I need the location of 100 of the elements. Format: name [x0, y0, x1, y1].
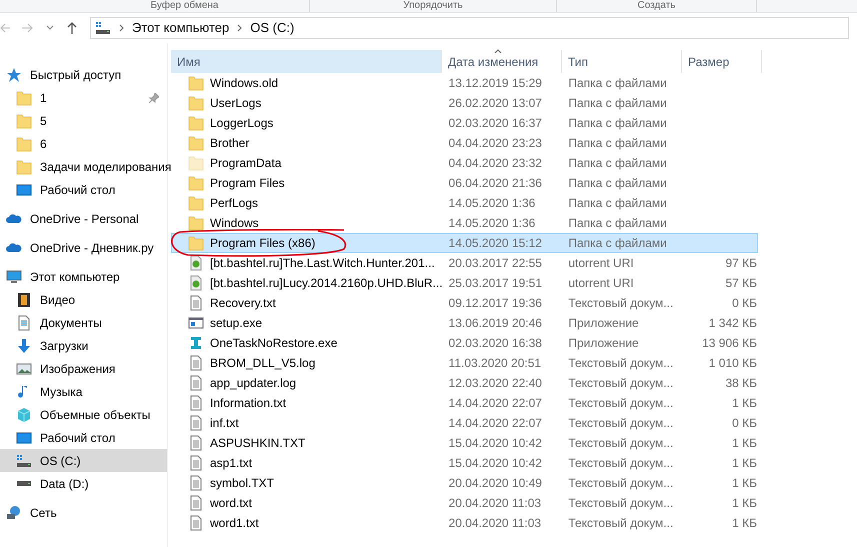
nav-item[interactable]: 5 [0, 109, 167, 132]
date-cell-text: 26.02.2020 13:07 [448, 95, 543, 112]
file-row[interactable]: Windows 14.05.2020 1:36 Папка с файлами [171, 213, 758, 233]
date-cell-text: 12.03.2020 22:40 [448, 375, 543, 392]
nav-item[interactable]: Изображения [0, 357, 167, 380]
nav-item[interactable]: Этот компьютер [0, 265, 167, 288]
file-row[interactable]: LoggerLogs 02.03.2020 16:37 Папка с файлами [171, 113, 758, 133]
column-header[interactable]: Тип [562, 50, 682, 73]
network-icon [6, 504, 22, 520]
nav-item[interactable]: Сеть [0, 501, 167, 524]
file-name: word1.txt [210, 515, 259, 532]
date-cell-text: 04.04.2020 23:32 [448, 155, 543, 172]
file-name: Recovery.txt [210, 295, 276, 312]
nav-item[interactable]: Рабочий стол [0, 426, 167, 449]
breadcrumb-chevron-icon[interactable] [237, 24, 242, 32]
file-name: LoggerLogs [210, 115, 274, 132]
nav-item[interactable]: Рабочий стол [0, 178, 167, 201]
column-header[interactable]: Имя [171, 50, 442, 73]
file-row[interactable]: [bt.bashtel.ru]The.Last.Witch.Hunter.201... 20.03.2017 22:55 utorrent URI 97 КБ [171, 253, 758, 273]
file-name: PerfLogs [210, 195, 258, 212]
file-row[interactable]: Program Files 06.04.2020 21:36 Папка с файлами [171, 173, 758, 193]
nav-item[interactable]: 1 [0, 86, 167, 109]
file-row[interactable]: setup.exe 13.06.2019 20:46 Приложение 1 342 КБ [171, 313, 758, 333]
ribbon-group-label: Буфер обмена [150, 0, 218, 12]
size-cell-text: 1 342 КБ [708, 315, 757, 332]
file-row[interactable]: app_updater.log 12.03.2020 22:40 Текстовый докум... 38 КБ [171, 373, 758, 393]
type-cell-text: Приложение [567, 315, 640, 332]
app-icon [188, 315, 204, 331]
video-icon [16, 292, 32, 308]
sort-caret-icon [494, 49, 502, 53]
chevron-down-icon[interactable] [46, 25, 54, 31]
file-name: ASPUSHKIN.TXT [210, 435, 306, 452]
type-cell-text: utorrent URI [567, 255, 635, 272]
file-row[interactable]: OneTaskNoRestore.exe 02.03.2020 16:38 Приложение 13 906 КБ [171, 333, 758, 353]
type-cell-text: Приложение [567, 335, 640, 352]
size-cell-text: 1 КБ [732, 395, 757, 412]
date-cell-text: 20.03.2017 22:55 [448, 255, 543, 272]
breadcrumb[interactable]: Этот компьютер [132, 18, 230, 38]
file-name: Program Files (x86) [210, 235, 316, 252]
torrent-file-icon [188, 275, 204, 291]
address-bar[interactable]: Этот компьютер OS (C:) [90, 17, 849, 39]
file-row[interactable]: PerfLogs 14.05.2020 1:36 Папка с файлами [171, 193, 758, 213]
file-row[interactable]: ProgramData 04.04.2020 23:32 Папка с файлами [171, 153, 758, 173]
date-cell-text: 14.04.2020 22:07 [448, 395, 543, 412]
file-row[interactable]: word.txt 20.04.2020 11:03 Текстовый докум... 1 КБ [171, 493, 758, 513]
file-row[interactable]: Windows.old 13.12.2019 15:29 Папка с файлами [171, 73, 758, 93]
torrent-file-icon [188, 255, 204, 271]
desktop-icon [16, 182, 32, 198]
file-row[interactable]: ASPUSHKIN.TXT 15.04.2020 10:42 Текстовый докум... 1 КБ [171, 433, 758, 453]
breadcrumb[interactable]: OS (C:) [250, 18, 294, 38]
file-name: Brother [210, 135, 250, 152]
file-row[interactable]: BROM_DLL_V5.log 11.03.2020 20:51 Текстовый докум... 1 010 КБ [171, 353, 758, 373]
nav-item[interactable]: OneDrive - Personal [0, 207, 167, 230]
file-row[interactable]: Recovery.txt 09.12.2017 19:36 Текстовый докум... 0 КБ [171, 293, 758, 313]
file-name: app_updater.log [210, 375, 296, 392]
file-row[interactable]: symbol.TXT 20.04.2020 10:49 Текстовый докум... 1 КБ [171, 473, 758, 493]
column-header[interactable]: Дата изменения [442, 50, 562, 73]
nav-item[interactable]: Быстрый доступ [0, 63, 167, 86]
file-row[interactable]: UserLogs 26.02.2020 13:07 Папка с файлами [171, 93, 758, 113]
folder-icon [188, 75, 204, 91]
folder-icon [188, 195, 204, 211]
type-cell-text: Текстовый докум... [567, 395, 674, 412]
file-row[interactable]: [bt.bashtel.ru]Lucy.2014.2160p.UHD.BluR... 25.03.2017 19:51 utorrent URI 57 КБ [171, 273, 758, 293]
type-cell-text: Папка с файлами [567, 235, 668, 252]
download-icon [16, 338, 32, 354]
text-file-icon [188, 475, 204, 491]
text-file-icon [188, 295, 204, 311]
file-name: Information.txt [210, 395, 286, 412]
windrive-icon [16, 452, 32, 468]
size-cell-text: 1 010 КБ [708, 355, 757, 372]
nav-item[interactable]: Объемные объекты [0, 403, 167, 426]
nav-item[interactable]: Загрузки [0, 334, 167, 357]
nav-item[interactable]: OneDrive - Дневник.ру [0, 236, 167, 259]
type-cell-text: Текстовый докум... [567, 455, 674, 472]
file-row[interactable]: Brother 04.04.2020 23:23 Папка с файлами [171, 133, 758, 153]
date-cell-text: 06.04.2020 21:36 [448, 175, 543, 192]
nav-item[interactable]: Документы [0, 311, 167, 334]
nav-item[interactable]: Data (D:) [0, 472, 167, 495]
desktop-icon [16, 430, 32, 446]
date-cell-text: 15.04.2020 10:42 [448, 435, 543, 452]
breadcrumb-chevron-icon[interactable] [119, 24, 124, 32]
folder-icon [188, 175, 204, 191]
file-row[interactable]: asp1.txt 15.04.2020 10:42 Текстовый докум... 1 КБ [171, 453, 758, 473]
file-name: [bt.bashtel.ru]Lucy.2014.2160p.UHD.BluR... [210, 275, 443, 292]
file-row[interactable]: word1.txt 20.04.2020 11:03 Текстовый докум... 1 КБ [171, 513, 758, 533]
size-cell-text: 13 906 КБ [702, 335, 757, 352]
nav-item[interactable]: OS (C:) [0, 449, 167, 472]
column-header[interactable]: Размер [682, 50, 762, 73]
folder-icon [16, 158, 32, 174]
file-name: OneTaskNoRestore.exe [210, 335, 338, 352]
nav-item[interactable]: Видео [0, 288, 167, 311]
file-name: BROM_DLL_V5.log [210, 355, 316, 372]
up-arrow-icon[interactable] [66, 22, 78, 34]
text-file-icon [188, 515, 204, 531]
nav-item[interactable]: Музыка [0, 380, 167, 403]
nav-item[interactable]: 6 [0, 132, 167, 155]
folder-icon [16, 90, 32, 106]
file-row[interactable]: Program Files (x86) 14.05.2020 15:12 Папка с файлами [171, 233, 758, 253]
file-row[interactable]: inf.txt 14.04.2020 22:07 Текстовый докум... 0 КБ [171, 413, 758, 433]
file-row[interactable]: Information.txt 14.04.2020 22:07 Текстовый докум... 1 КБ [171, 393, 758, 413]
